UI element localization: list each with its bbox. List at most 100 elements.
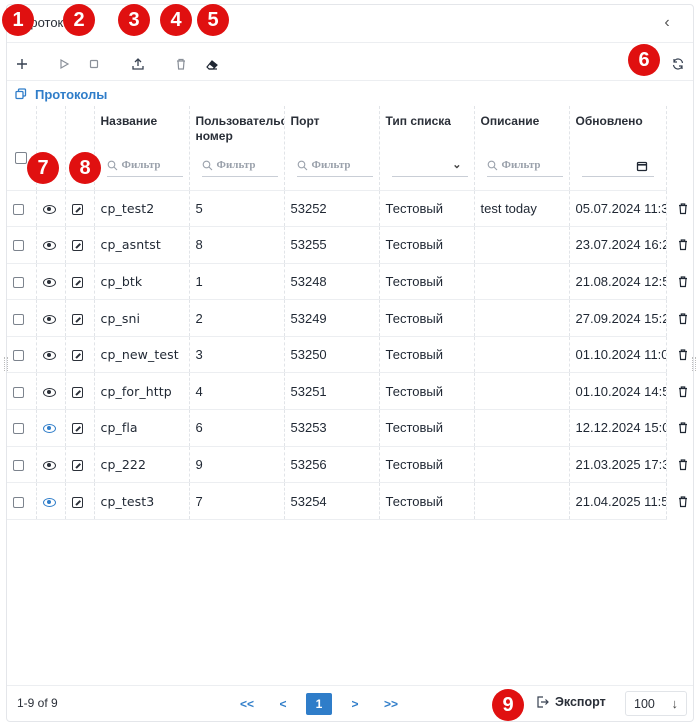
select-all-checkbox[interactable] [15,152,27,164]
row-list-type: Тестовый [379,226,475,264]
stop-button[interactable] [85,55,103,73]
row-delete-button[interactable] [672,263,694,300]
column-port[interactable]: Порт Фильтр [284,106,380,191]
eye-icon[interactable] [42,278,56,288]
trash-icon [679,312,687,324]
edit-icon[interactable] [71,203,83,215]
next-page-button[interactable]: > [337,693,373,715]
table-row[interactable]: cp_test2 5 53252 Тестовый test today 05.07.20… [7,190,667,228]
prev-page-button[interactable]: < [265,693,301,715]
current-page-button[interactable]: 1 [306,693,332,715]
protocols-table: Название Фильтр Пользовательский номер Ф… [7,106,667,520]
table-row[interactable]: cp_test3 7 53254 Тестовый 21.04.2025 11:51 [7,482,667,520]
row-name: cp_btk [94,263,190,301]
row-select-cell [7,190,37,228]
refresh-button[interactable] [669,55,687,73]
stop-icon [89,59,99,69]
column-updated-label: Обновлено [575,114,643,128]
row-checkbox[interactable] [13,350,24,362]
trash-icon [679,422,687,434]
row-select-cell [7,299,37,337]
column-updated[interactable]: Обновлено [569,106,667,191]
row-checkbox[interactable] [13,423,24,435]
edit-icon[interactable] [71,496,83,508]
column-name-label: Название [100,114,158,128]
eye-icon[interactable] [42,424,56,434]
row-delete-button[interactable] [672,483,694,520]
column-list-type[interactable]: Тип списка ⌄ [379,106,475,191]
table-row[interactable]: cp_sni253249Тестовый 27.09.2024 15:21 [7,299,667,337]
right-resize-handle[interactable] [692,357,696,371]
row-delete-button[interactable] [672,410,694,447]
first-page-button[interactable]: << [229,693,265,715]
eye-icon[interactable] [42,204,56,214]
table-row[interactable]: cp_fla653253Тестовый 12.12.2024 15:01 [7,409,667,447]
edit-icon[interactable] [71,240,83,252]
row-checkbox[interactable] [13,386,24,398]
row-updated: 05.07.2024 11:32 [569,190,667,228]
row-port: 53252 [284,190,380,228]
row-delete-button[interactable] [672,446,694,483]
eye-icon[interactable] [42,387,56,397]
port-filter-input[interactable]: Фильтр [296,155,373,177]
edit-icon[interactable] [71,386,83,398]
edit-icon[interactable] [71,460,83,472]
row-description [474,299,570,337]
row-delete-button[interactable] [672,336,694,373]
description-filter-input[interactable]: Фильтр [486,155,563,177]
row-edit-cell [65,336,95,374]
edit-icon[interactable] [71,313,83,325]
copy-icon [15,88,27,100]
row-delete-button[interactable] [672,373,694,410]
column-user-number[interactable]: Пользовательский номер Фильтр [189,106,285,191]
column-description[interactable]: Описание Фильтр [474,106,570,191]
edit-icon[interactable] [71,350,83,362]
clear-button[interactable] [203,55,221,73]
table-row[interactable]: cp_asntst853255Тестовый 23.07.2024 16:22 [7,226,667,264]
table-row[interactable]: cp_for_http453251Тестовый 01.10.2024 14:5… [7,372,667,411]
breadcrumb[interactable]: Протоколы [15,85,107,103]
eye-icon[interactable] [42,314,56,324]
edit-icon[interactable] [71,277,83,289]
row-description [474,409,570,447]
row-checkbox[interactable] [13,277,24,289]
row-checkbox[interactable] [13,203,24,215]
per-page-select[interactable]: 100 ↓ [625,691,687,716]
row-delete-button[interactable] [672,190,694,227]
edit-icon[interactable] [71,423,83,435]
row-delete-button[interactable] [672,300,694,337]
row-checkbox[interactable] [13,240,24,252]
add-button[interactable] [13,55,31,73]
annotation-badge-2: 2 [63,4,95,36]
row-select-cell [7,226,37,264]
row-user-number: 9 [189,446,285,484]
row-checkbox[interactable] [13,313,24,325]
table-row[interactable]: cp_222953256Тестовый 21.03.2025 17:31 [7,446,667,484]
row-port: 53254 [284,482,380,520]
row-delete-button[interactable] [672,227,694,264]
left-resize-handle[interactable] [4,357,8,371]
delete-button[interactable] [172,55,190,73]
collapse-chevron-icon[interactable]: ‹ [659,15,675,31]
row-checkbox[interactable] [13,496,24,508]
eye-icon[interactable] [42,241,56,251]
start-button[interactable] [55,55,73,73]
eye-icon[interactable] [42,497,56,507]
upload-button[interactable] [129,55,147,73]
column-name[interactable]: Название Фильтр [94,106,190,191]
table-row[interactable]: cp_new_test 3 53250 Тестовый 01.10.2024 11:0… [7,336,667,374]
row-name: cp_222 [94,446,190,484]
eye-icon[interactable] [42,461,56,471]
list-type-filter-dropdown[interactable]: ⌄ [391,155,468,177]
row-list-type: Тестовый [379,336,475,374]
row-edit-cell [65,226,95,264]
name-filter-input[interactable]: Фильтр [106,155,183,177]
number-filter-input[interactable]: Фильтр [201,155,278,177]
row-list-type: Тестовый [379,409,475,447]
export-button[interactable]: Экспорт [535,695,606,709]
updated-date-filter[interactable] [581,155,654,177]
eye-icon[interactable] [42,351,56,361]
row-checkbox[interactable] [13,460,24,472]
last-page-button[interactable]: >> [373,693,409,715]
table-row[interactable]: cp_btk153248Тестовый 21.08.2024 12:51 [7,263,667,301]
